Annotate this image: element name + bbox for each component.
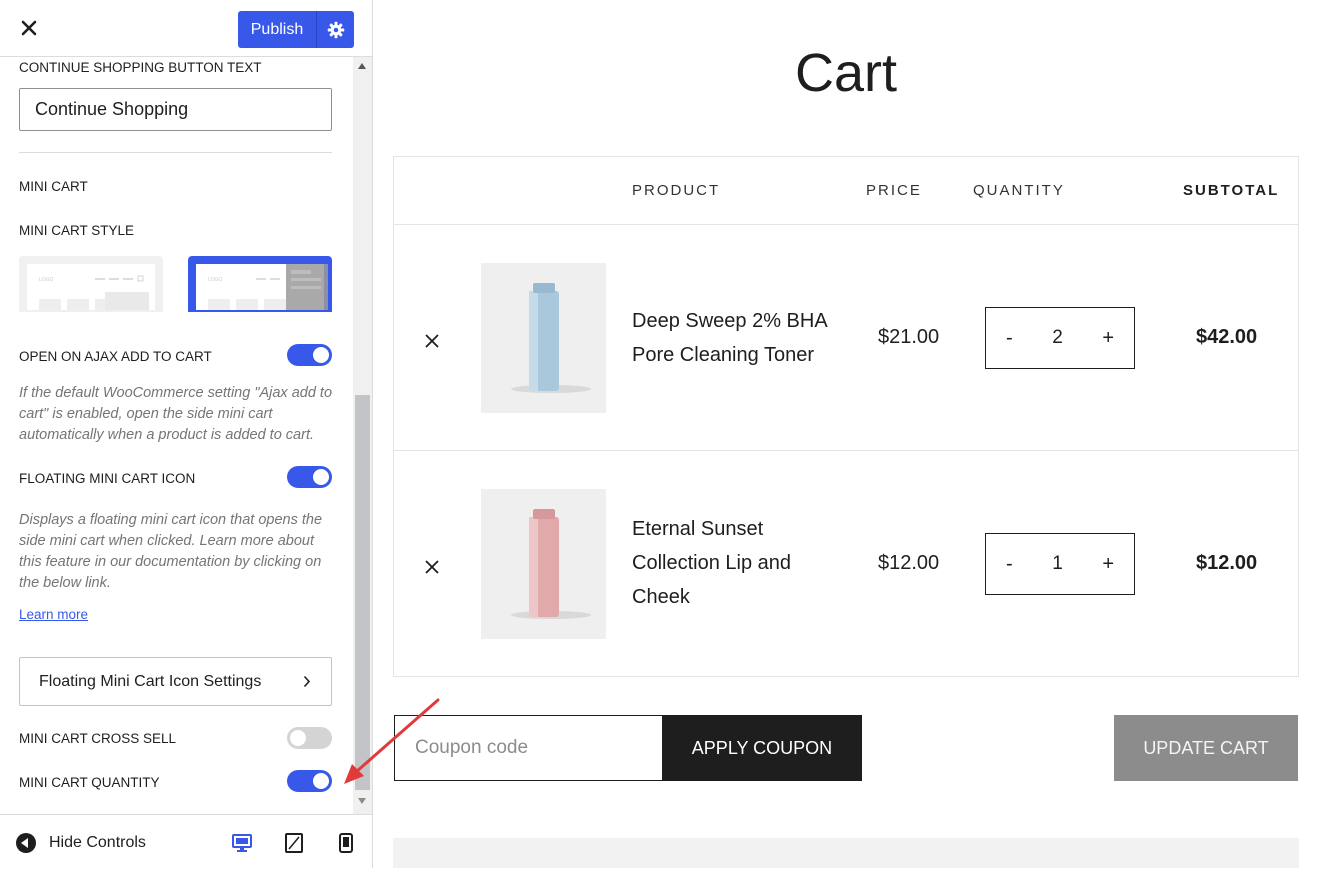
- customizer-footer: Hide Controls: [0, 814, 372, 869]
- scroll-down-arrow-icon[interactable]: [358, 798, 366, 804]
- header-quantity: QUANTITY: [973, 182, 1065, 199]
- quantity-stepper: - 2 +: [985, 307, 1135, 369]
- qty-value[interactable]: 1: [1052, 553, 1063, 575]
- thumb-logo: LOGO: [208, 277, 223, 283]
- publish-group: Publish: [238, 11, 354, 48]
- item-subtotal: $42.00: [1196, 326, 1258, 348]
- panel-scrollbar[interactable]: [353, 57, 372, 814]
- collapse-arrow-icon: [16, 833, 36, 853]
- row-divider: [394, 224, 1298, 225]
- qty-value[interactable]: 2: [1052, 327, 1063, 349]
- thumb-logo: LOGO: [39, 277, 54, 283]
- product-image[interactable]: [481, 263, 606, 413]
- floating-mini-cart-toggle[interactable]: [287, 466, 332, 488]
- tablet-preview-icon[interactable]: [285, 833, 303, 858]
- remove-item-icon[interactable]: [424, 333, 440, 349]
- mini-cart-quantity-toggle[interactable]: [287, 770, 332, 792]
- ajax-add-to-cart-label: OPEN ON AJAX ADD TO CART: [19, 349, 212, 364]
- scroll-up-arrow-icon[interactable]: [358, 63, 366, 69]
- apply-coupon-button[interactable]: APPLY COUPON: [662, 715, 862, 781]
- floating-mini-cart-settings-label: Floating Mini Cart Icon Settings: [39, 672, 262, 690]
- mini-cart-cross-sell-label: MINI CART CROSS SELL: [19, 731, 177, 746]
- site-preview: Cart PRODUCT PRICE QUANTITY SUBTOTAL Dee…: [374, 0, 1318, 868]
- row-divider: [394, 450, 1298, 451]
- floating-mini-cart-description: Displays a floating mini cart icon that …: [19, 512, 323, 591]
- chevron-right-icon: [303, 675, 311, 693]
- header-subtotal: SUBTOTAL: [1183, 182, 1280, 199]
- gear-icon[interactable]: [317, 11, 354, 48]
- close-icon[interactable]: [18, 14, 42, 42]
- mini-cart-style-option-2[interactable]: LOGO: [188, 256, 332, 312]
- remove-item-icon[interactable]: [424, 559, 440, 575]
- ajax-add-to-cart-description: If the default WooCommerce setting "Ajax…: [19, 385, 333, 443]
- product-name-link[interactable]: Deep Sweep 2% BHA Pore Cleaning Toner: [632, 304, 847, 372]
- qty-increase-button[interactable]: +: [1102, 327, 1114, 350]
- floating-mini-cart-settings-button[interactable]: Floating Mini Cart Icon Settings: [19, 657, 332, 706]
- item-price: $12.00: [878, 552, 940, 574]
- update-cart-button[interactable]: UPDATE CART: [1114, 715, 1298, 781]
- continue-shopping-label: CONTINUE SHOPPING BUTTON TEXT: [19, 60, 262, 75]
- page-title: Cart: [794, 43, 897, 103]
- desktop-preview-icon[interactable]: [232, 833, 252, 858]
- scroll-thumb[interactable]: [355, 395, 370, 790]
- coupon-code-input[interactable]: [394, 715, 662, 781]
- qty-decrease-button[interactable]: -: [1006, 553, 1013, 576]
- controls-scroll-area: CONTINUE SHOPPING BUTTON TEXT MINI CART …: [0, 57, 353, 814]
- customizer-header: Publish: [0, 0, 372, 57]
- publish-button[interactable]: Publish: [238, 11, 317, 48]
- product-name-link[interactable]: Eternal Sunset Collection Lip and Cheek: [632, 512, 847, 614]
- learn-more-link[interactable]: Learn more: [19, 607, 88, 622]
- mini-cart-heading: MINI CART: [19, 179, 88, 194]
- mini-cart-cross-sell-toggle[interactable]: [287, 727, 332, 749]
- item-price: $21.00: [878, 326, 940, 348]
- divider: [19, 152, 332, 153]
- continue-shopping-input[interactable]: [19, 88, 332, 131]
- hide-controls-button[interactable]: Hide Controls: [16, 833, 146, 853]
- product-image[interactable]: [481, 489, 606, 639]
- cart-totals-section: [393, 838, 1299, 868]
- hide-controls-label: Hide Controls: [49, 834, 146, 851]
- header-price: PRICE: [866, 182, 922, 199]
- mini-cart-style-option-1[interactable]: LOGO: [19, 256, 163, 312]
- cart-table: PRODUCT PRICE QUANTITY SUBTOTAL Deep Swe…: [393, 156, 1299, 677]
- quantity-stepper: - 1 +: [985, 533, 1135, 595]
- qty-increase-button[interactable]: +: [1102, 553, 1114, 576]
- qty-decrease-button[interactable]: -: [1006, 327, 1013, 350]
- mini-cart-quantity-label: MINI CART QUANTITY: [19, 775, 160, 790]
- floating-mini-cart-label: FLOATING MINI CART ICON: [19, 471, 196, 486]
- mini-cart-style-label: MINI CART STYLE: [19, 223, 135, 238]
- header-product: PRODUCT: [632, 182, 721, 199]
- ajax-add-to-cart-toggle[interactable]: [287, 344, 332, 366]
- item-subtotal: $12.00: [1196, 552, 1258, 574]
- mobile-preview-icon[interactable]: [339, 833, 353, 858]
- customizer-panel: Publish CONTINUE SHOPPING BUTTON TEXT Co…: [0, 0, 373, 869]
